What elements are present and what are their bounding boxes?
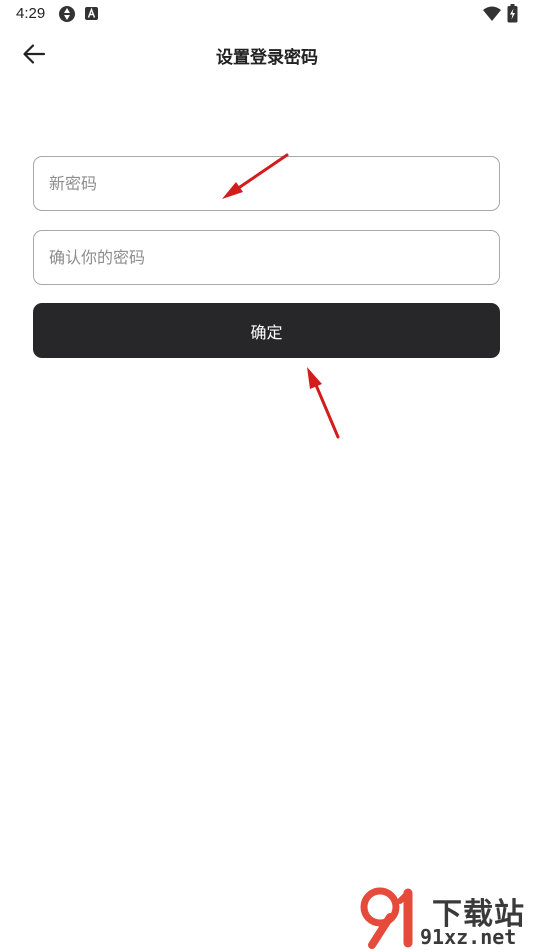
app-bar: 设置登录密码: [0, 30, 534, 78]
annotation-layer: [222, 153, 340, 439]
confirm-password-field[interactable]: [33, 230, 500, 285]
watermark-text-en: 91xz.net: [420, 925, 517, 949]
page-title: 设置登录密码: [216, 48, 318, 68]
confirm-button[interactable]: 确定: [33, 303, 500, 358]
wifi-icon: [483, 6, 501, 21]
new-password-field[interactable]: [33, 156, 500, 211]
a-badge-icon: [85, 7, 98, 20]
battery-charging-icon: [507, 4, 518, 23]
status-time: 4:29: [16, 5, 46, 22]
sync-icon: [59, 6, 75, 22]
confirm-password-input[interactable]: [34, 231, 499, 284]
status-bar: 4:29: [0, 0, 534, 28]
watermark: 下载站 91xz.net: [360, 885, 532, 949]
red-arrow-to-confirm-button: [307, 367, 340, 439]
new-password-input[interactable]: [34, 157, 499, 210]
watermark-logo: [360, 887, 413, 949]
